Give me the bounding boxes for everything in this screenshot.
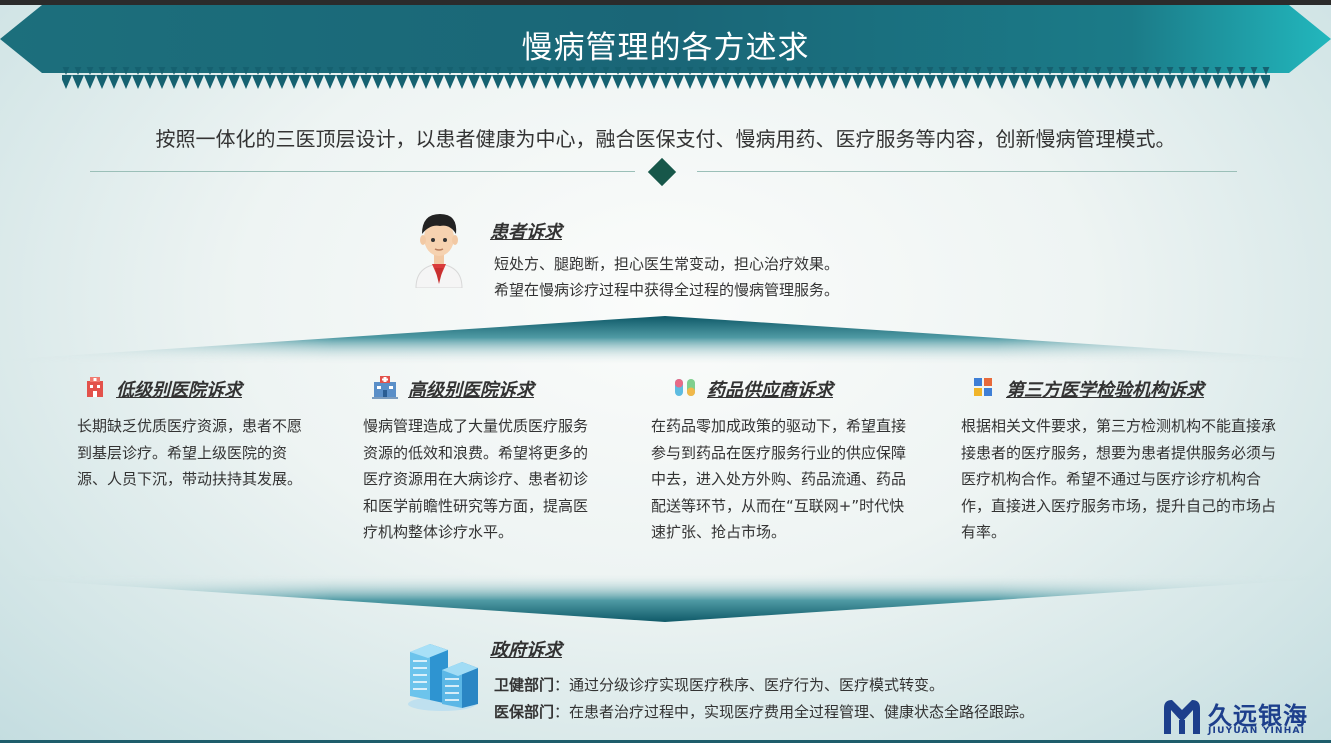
diamond-divider-icon bbox=[647, 157, 677, 187]
patient-avatar-icon bbox=[415, 214, 463, 288]
divider-right bbox=[697, 171, 1237, 172]
high-level-hospital-text: 慢病管理造成了大量优质医疗服务资源的低效和浪费。希望将更多的医疗资源用在大病诊疗… bbox=[363, 417, 589, 541]
company-logo: 久远银海 JIUYUAN YINHAI bbox=[1162, 694, 1327, 740]
health-commission-text: ：通过分级诊疗实现医疗秩序、医疗行为、医疗模式转变。 bbox=[554, 676, 945, 694]
divider-left bbox=[90, 171, 635, 172]
intro-text: 按照一体化的三医顶层设计，以患者健康为中心，融合医保支付、慢病用药、医疗服务等内… bbox=[155, 127, 1176, 151]
drug-supplier-heading: 药品供应商诉求 bbox=[707, 380, 833, 401]
lower-band bbox=[0, 574, 1331, 622]
company-logo-mark-icon bbox=[1164, 700, 1200, 734]
health-commission-label: 卫健部门 bbox=[494, 676, 555, 694]
high-level-hospital-heading: 高级别医院诉求 bbox=[408, 380, 534, 401]
patient-text: 短处方、腿跑断，担心医生常变动，担心治疗效果。 希望在慢病诊疗过程中获得全过程的… bbox=[494, 251, 839, 303]
patient-heading: 患者诉求 bbox=[490, 222, 562, 243]
page-title: 慢病管理的各方述求 bbox=[521, 30, 810, 66]
lab-blocks-icon bbox=[974, 378, 992, 396]
medical-insurance-label: 医保部门 bbox=[494, 703, 555, 721]
government-heading: 政府诉求 bbox=[490, 640, 562, 661]
large-hospital-icon bbox=[372, 376, 398, 399]
health-commission-line: 卫健部门：通过分级诊疗实现医疗秩序、医疗行为、医疗模式转变。 bbox=[494, 674, 944, 695]
government-buildings-icon bbox=[408, 644, 478, 711]
low-level-hospital-heading: 低级别医院诉求 bbox=[116, 380, 242, 401]
capsule-icon bbox=[675, 379, 695, 396]
third-party-lab-heading: 第三方医学检验机构诉求 bbox=[1006, 380, 1204, 401]
medical-insurance-text: ：在患者治疗过程中，实现医疗费用全过程管理、健康状态全路径跟踪。 bbox=[554, 703, 1035, 721]
medical-insurance-line: 医保部门：在患者治疗过程中，实现医疗费用全过程管理、健康状态全路径跟踪。 bbox=[494, 701, 1034, 722]
company-logo-english: JIUYUAN YINHAI bbox=[1208, 726, 1306, 736]
patient-line-2: 希望在慢病诊疗过程中获得全过程的慢病管理服务。 bbox=[494, 281, 840, 299]
patient-line-1: 短处方、腿跑断，担心医生常变动，担心治疗效果。 bbox=[494, 255, 840, 273]
hospital-icon bbox=[87, 377, 103, 397]
third-party-lab-text: 根据相关文件要求，第三方检测机构不能直接承接患者的医疗服务，想要为患者提供服务必… bbox=[961, 417, 1277, 541]
low-level-hospital-text: 长期缺乏优质医疗资源，患者不愿到基层诊疗。希望上级医院的资源、人员下沉，带动扶持… bbox=[77, 417, 303, 488]
drug-supplier-text: 在药品零加成政策的驱动下，希望直接参与到药品在医疗服务行业的供应保障中去，进入处… bbox=[651, 417, 907, 541]
upper-band bbox=[0, 316, 1331, 364]
